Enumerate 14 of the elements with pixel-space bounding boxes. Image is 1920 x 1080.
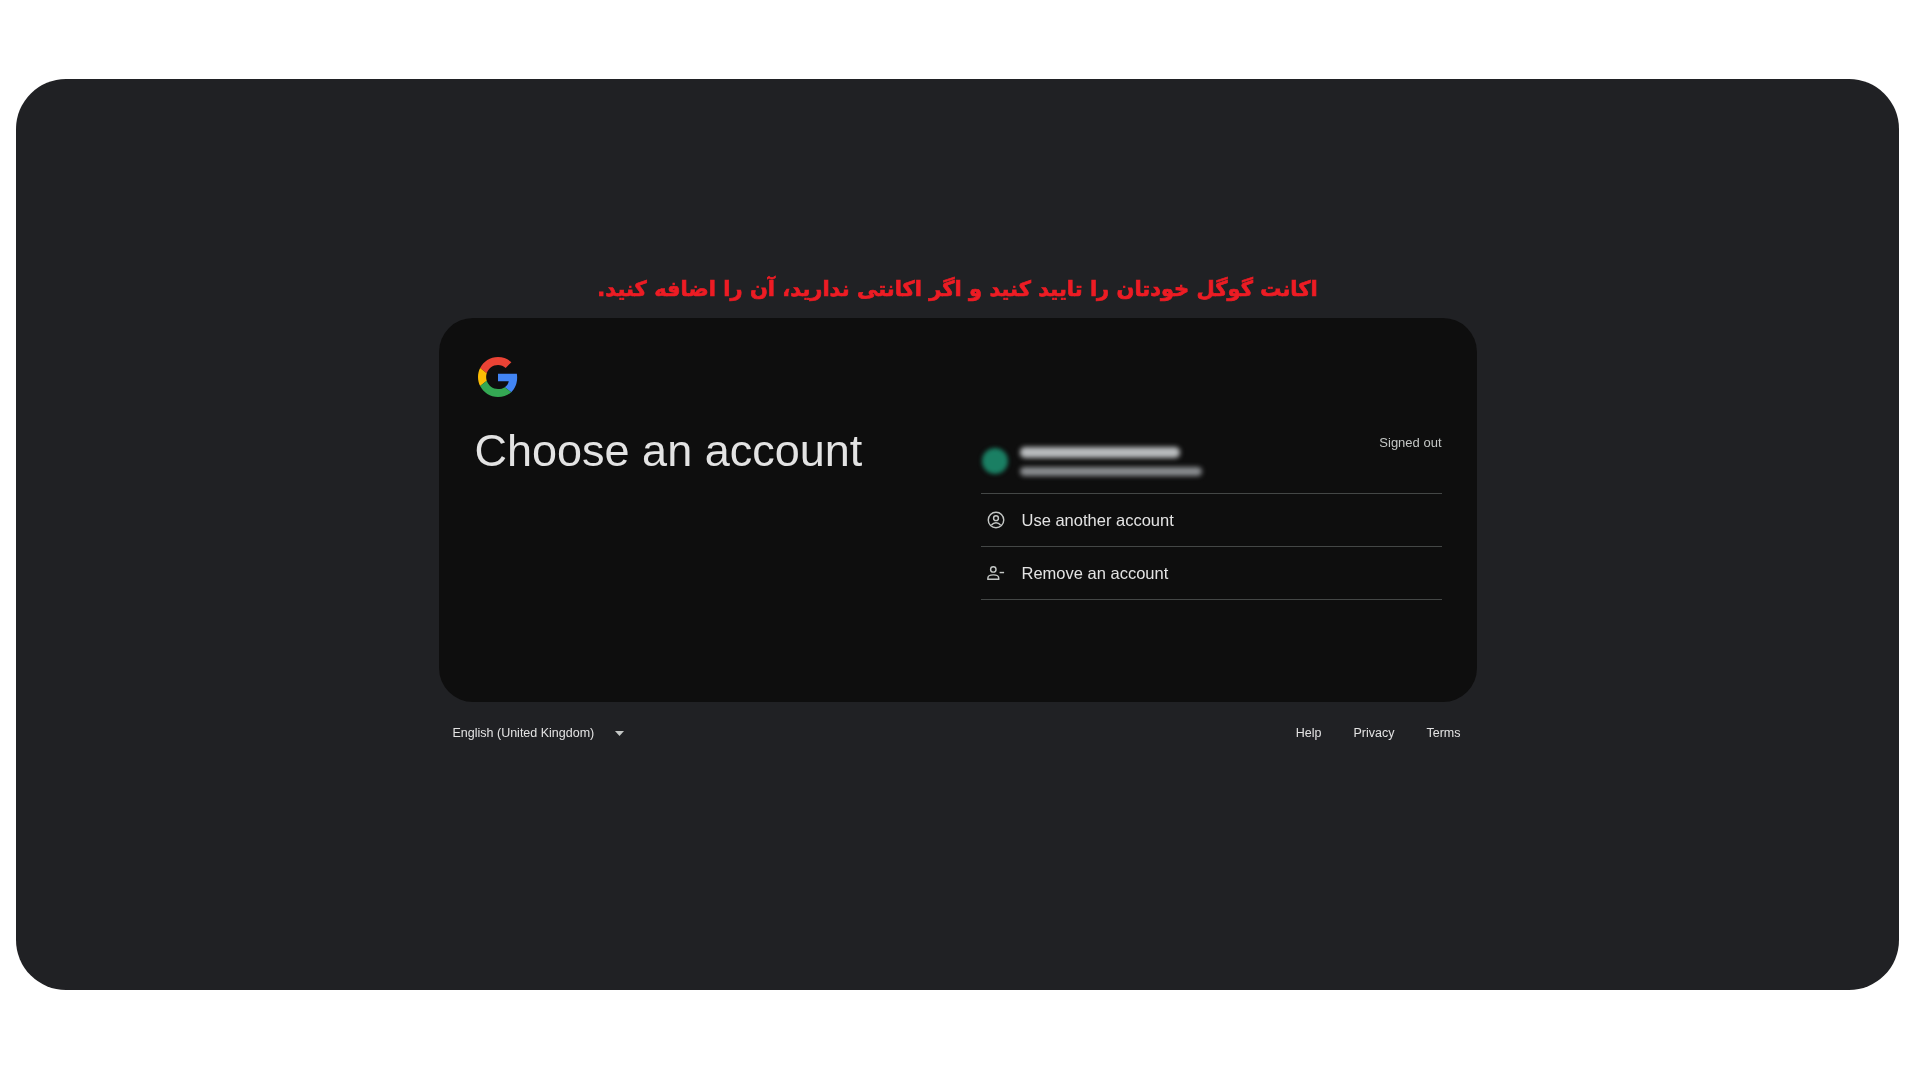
g-logo	[477, 357, 518, 397]
annotation-text: اکانت گوگل خودتان را تایید کنید و اگر اکانتی ندارید، آن را اضافه کنید.	[597, 275, 1318, 303]
footer-link[interactable]: Terms	[1426, 726, 1461, 740]
user-circle-icon	[986, 511, 1005, 529]
language-dropdown[interactable]: English (United Kingdom)	[452, 726, 625, 740]
footer-link[interactable]: Privacy	[1353, 726, 1395, 740]
account-action-button[interactable]: Remove an account	[980, 547, 1442, 600]
footer-link[interactable]: Help	[1295, 726, 1322, 740]
account-action-button[interactable]: Use another account	[980, 494, 1442, 547]
avatar-circle	[981, 448, 1008, 474]
user-minus-icon	[986, 564, 1005, 582]
caret-icon	[615, 730, 625, 736]
account-status: Signed out	[1379, 435, 1442, 450]
page-title: Choose an account	[474, 425, 863, 477]
